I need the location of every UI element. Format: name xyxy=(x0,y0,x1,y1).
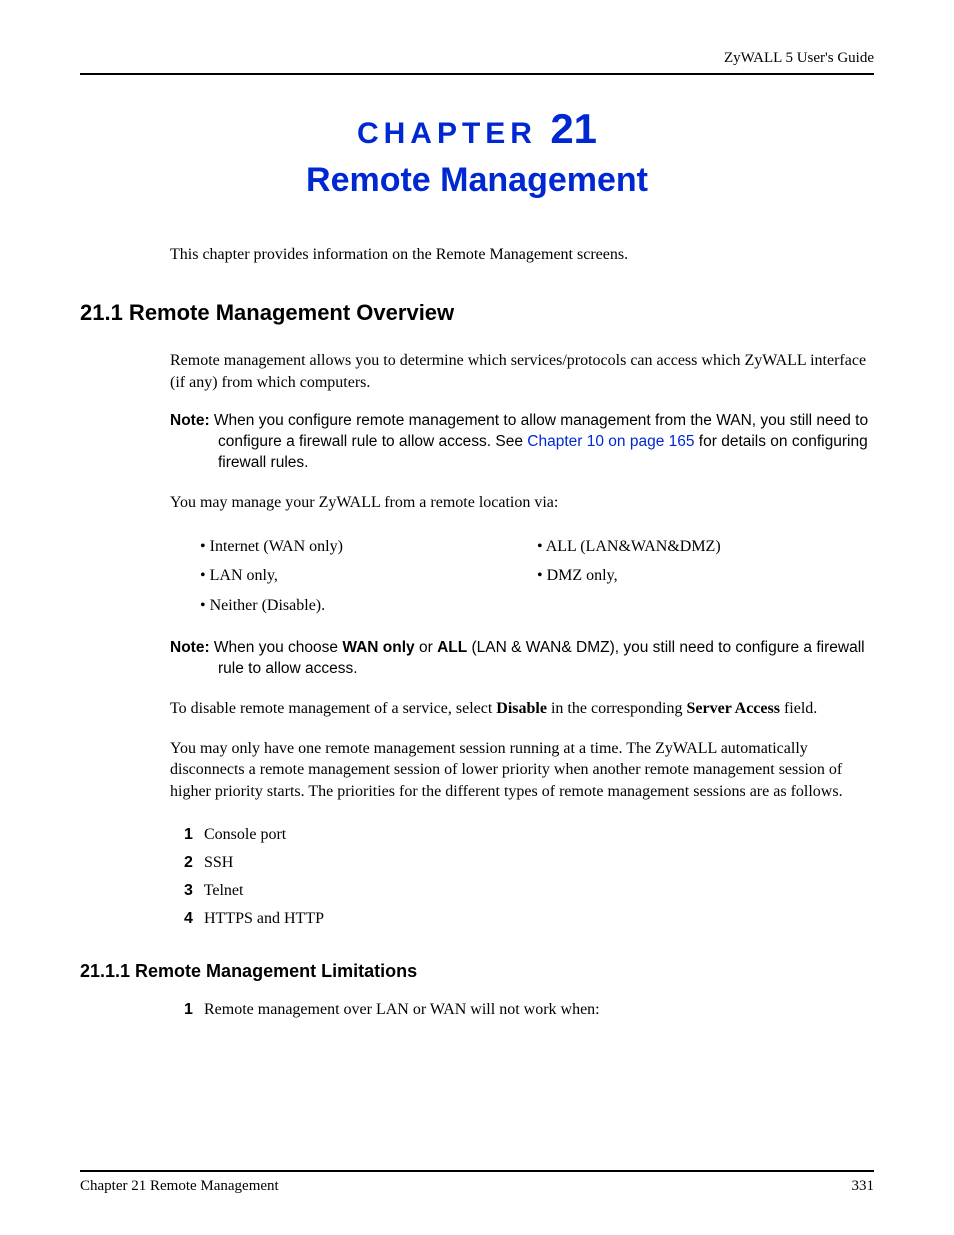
chapter-title: Remote Management xyxy=(80,161,874,200)
list-text: HTTPS and HTTP xyxy=(204,910,324,927)
cross-ref-link[interactable]: Chapter 10 on page 165 xyxy=(527,433,694,450)
bullet-col-right: ALL (LAN&WAN&DMZ) DMZ only, xyxy=(537,532,874,621)
list-item: 2 SSH xyxy=(184,849,874,877)
limitations-list: 1 Remote management over LAN or WAN will… xyxy=(170,996,874,1024)
page-header: ZyWALL 5 User's Guide xyxy=(80,50,874,75)
para-text: To disable remote management of a servic… xyxy=(170,700,496,717)
intro-paragraph: This chapter provides information on the… xyxy=(170,246,874,264)
para-bold: Server Access xyxy=(687,700,780,717)
priority-list: 1 Console port 2 SSH 3 Telnet 4 HTTPS an… xyxy=(170,821,874,933)
list-num: 1 xyxy=(184,996,200,1024)
note-2: Note: When you choose WAN only or ALL (L… xyxy=(170,638,874,680)
note-text: or xyxy=(415,639,437,656)
bullet-item: DMZ only, xyxy=(537,561,874,591)
note-label: Note: xyxy=(170,412,210,429)
chapter-label: CHAPTER 21 xyxy=(80,105,874,153)
footer-left: Chapter 21 Remote Management xyxy=(80,1178,279,1195)
paragraph: You may manage your ZyWALL from a remote… xyxy=(170,492,874,514)
list-text: Remote management over LAN or WAN will n… xyxy=(204,1001,600,1018)
list-item: 3 Telnet xyxy=(184,877,874,905)
note-bold: ALL xyxy=(437,639,467,656)
bullet-columns: Internet (WAN only) LAN only, Neither (D… xyxy=(170,532,874,621)
bullet-item: LAN only, xyxy=(200,561,537,591)
para-text: field. xyxy=(780,700,817,717)
para-text: in the corresponding xyxy=(547,700,687,717)
bullet-item: Internet (WAN only) xyxy=(200,532,537,562)
list-item: 1 Remote management over LAN or WAN will… xyxy=(184,996,874,1024)
section-heading-21-1-1: 21.1.1 Remote Management Limitations xyxy=(80,961,874,982)
list-item: 4 HTTPS and HTTP xyxy=(184,905,874,933)
note-text: When you choose xyxy=(210,639,343,656)
chapter-number: 21 xyxy=(550,105,597,152)
paragraph: To disable remote management of a servic… xyxy=(170,698,874,720)
bullet-item: ALL (LAN&WAN&DMZ) xyxy=(537,532,874,562)
list-text: SSH xyxy=(204,854,233,871)
paragraph: Remote management allows you to determin… xyxy=(170,350,874,393)
para-bold: Disable xyxy=(496,700,547,717)
paragraph: You may only have one remote management … xyxy=(170,738,874,803)
note-label: Note: xyxy=(170,639,210,656)
list-text: Telnet xyxy=(204,882,244,899)
chapter-label-text: CHAPTER xyxy=(357,117,537,150)
note-1: Note: When you configure remote manageme… xyxy=(170,411,874,474)
bullet-col-left: Internet (WAN only) LAN only, Neither (D… xyxy=(200,532,537,621)
list-text: Console port xyxy=(204,826,286,843)
page-footer: Chapter 21 Remote Management 331 xyxy=(80,1170,874,1195)
note-bold: WAN only xyxy=(342,639,414,656)
footer-page-number: 331 xyxy=(852,1178,875,1195)
section-heading-21-1: 21.1 Remote Management Overview xyxy=(80,300,874,326)
list-item: 1 Console port xyxy=(184,821,874,849)
bullet-item: Neither (Disable). xyxy=(200,591,537,621)
